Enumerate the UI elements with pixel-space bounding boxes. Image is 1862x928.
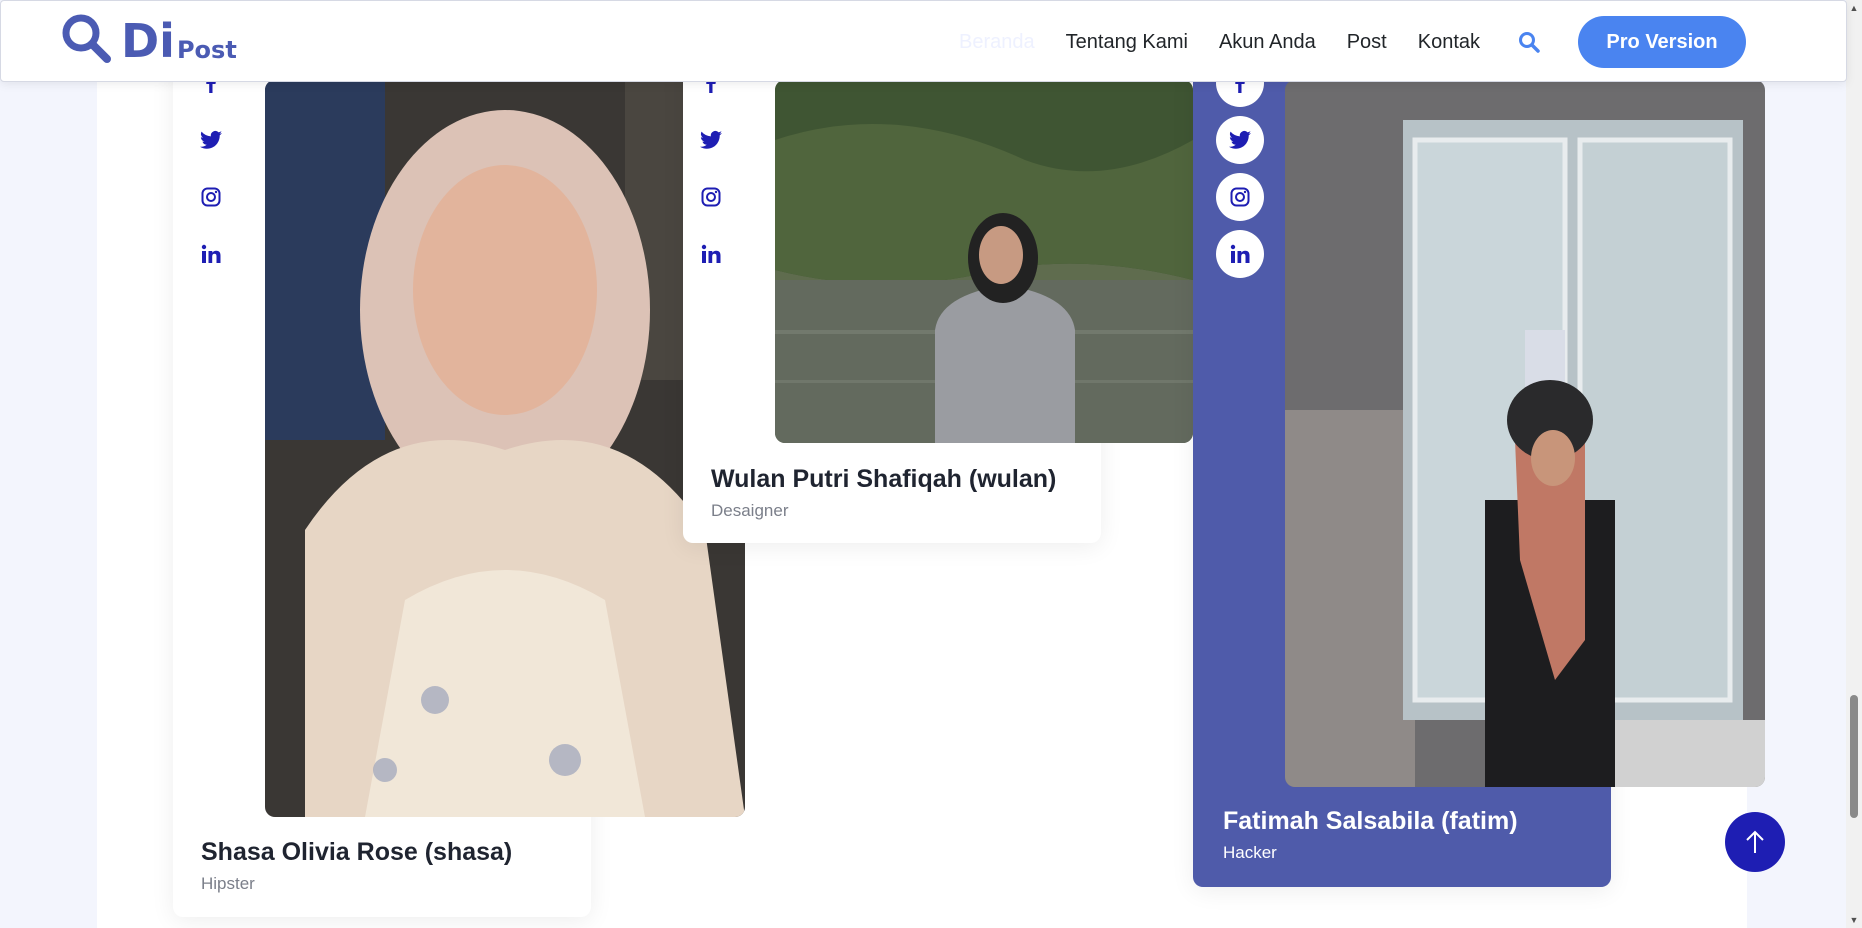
nav-beranda[interactable]: Beranda — [959, 31, 1035, 54]
member-role: Hacker — [1223, 843, 1277, 862]
magnifier-logo-icon — [62, 14, 111, 63]
member-name: Wulan Putri Shafiqah (wulan) — [711, 465, 1057, 493]
member-photo-wulan — [775, 80, 1193, 443]
social-links — [187, 59, 235, 287]
member-name: Fatimah Salsabila (fatim) — [1223, 807, 1518, 835]
pro-version-button[interactable]: Pro Version — [1578, 16, 1746, 68]
instagram-icon — [701, 187, 721, 207]
main-nav: Beranda Tentang Kami Akun Anda Post Kont… — [928, 16, 1746, 68]
team-card-fatimah: Fatimah Salsabila (fatim) Hacker — [1193, 50, 1765, 887]
scroll-to-top-button[interactable] — [1725, 812, 1785, 872]
social-links — [687, 59, 735, 287]
team-card-shasa: Shasa Olivia Rose (shasa) Hipster — [173, 50, 745, 917]
linkedin-icon — [701, 244, 721, 263]
twitter-icon — [200, 130, 222, 149]
member-role: Desaigner — [711, 501, 789, 520]
linkedin-icon — [1230, 244, 1250, 263]
scroll-down-arrow-icon[interactable]: ▼ — [1846, 912, 1862, 928]
instagram-link[interactable] — [687, 173, 735, 221]
instagram-icon — [1230, 187, 1250, 207]
instagram-link[interactable] — [187, 173, 235, 221]
member-role: Hipster — [201, 874, 255, 893]
search-icon — [1519, 32, 1540, 53]
nav-post[interactable]: Post — [1347, 31, 1387, 54]
logo-text-post: Post — [176, 36, 237, 64]
member-photo-shasa — [265, 80, 745, 817]
team-card-wulan: Wulan Putri Shafiqah (wulan) Desaigner — [683, 50, 1193, 543]
social-links — [1216, 59, 1264, 287]
twitter-link[interactable] — [687, 116, 735, 164]
twitter-icon — [1229, 130, 1251, 149]
linkedin-icon — [201, 244, 221, 263]
nav-tentang-kami[interactable]: Tentang Kami — [1066, 31, 1188, 54]
twitter-link[interactable] — [187, 116, 235, 164]
member-name: Shasa Olivia Rose (shasa) — [201, 838, 513, 866]
search-button[interactable] — [1516, 29, 1542, 55]
twitter-icon — [700, 130, 722, 149]
logo-text-di: Di — [121, 14, 175, 68]
linkedin-link[interactable] — [187, 230, 235, 278]
page-scrollbar[interactable]: ▲ ▼ — [1846, 0, 1862, 928]
site-logo[interactable]: Di Post — [61, 13, 237, 65]
nav-kontak[interactable]: Kontak — [1418, 31, 1480, 54]
scrollbar-thumb[interactable] — [1850, 695, 1858, 818]
linkedin-link[interactable] — [687, 230, 735, 278]
member-photo-fatimah — [1285, 80, 1765, 787]
twitter-link[interactable] — [1216, 116, 1264, 164]
arrow-up-icon — [1746, 830, 1764, 853]
site-header: Di Post Beranda Tentang Kami Akun Anda P… — [0, 0, 1847, 82]
instagram-icon — [201, 187, 221, 207]
nav-akun-anda[interactable]: Akun Anda — [1219, 31, 1316, 54]
scroll-up-arrow-icon[interactable]: ▲ — [1846, 0, 1862, 16]
instagram-link[interactable] — [1216, 173, 1264, 221]
linkedin-link[interactable] — [1216, 230, 1264, 278]
